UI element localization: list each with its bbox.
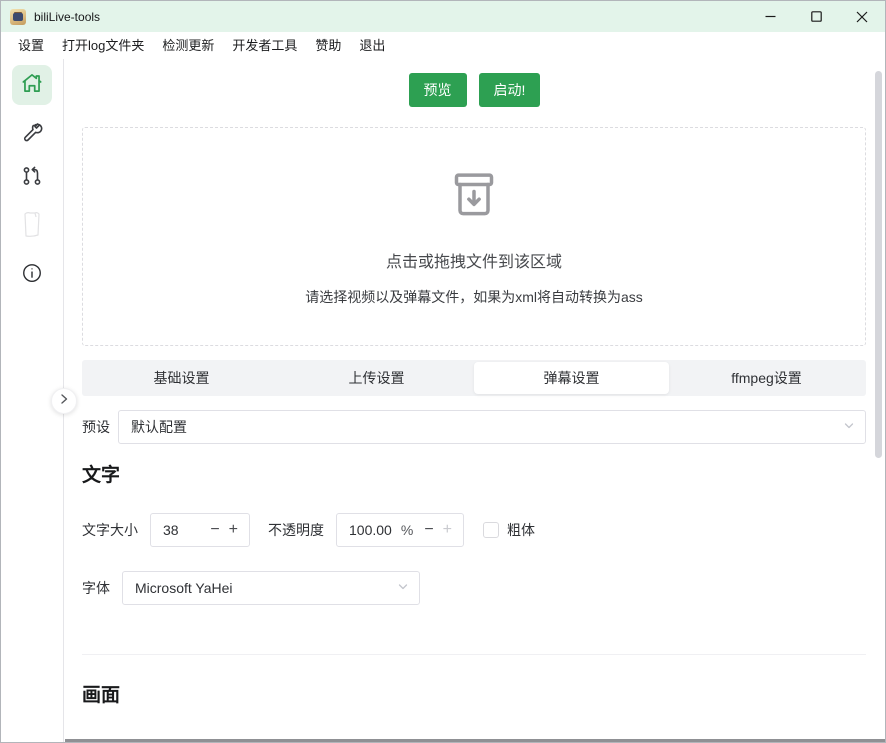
archive-icon	[446, 167, 502, 228]
app-icon	[10, 9, 26, 25]
font-size-label: 文字大小	[82, 520, 138, 540]
sidebar-item-queue[interactable]	[20, 164, 44, 193]
action-buttons: 预览 启动!	[64, 59, 885, 107]
preset-select[interactable]: 默认配置	[118, 410, 866, 444]
sidebar-item-about[interactable]	[21, 262, 43, 289]
sidebar-item-home[interactable]	[12, 65, 52, 105]
menu-exit[interactable]: 退出	[350, 32, 394, 59]
menubar: 设置 打开log文件夹 检测更新 开发者工具 赞助 退出	[1, 32, 885, 59]
sidebar-item-clip[interactable]	[17, 209, 47, 246]
preset-row: 预设 默认配置	[82, 410, 866, 444]
git-compare-icon	[20, 164, 44, 193]
tab-upload-settings[interactable]: 上传设置	[279, 362, 474, 394]
file-dropzone[interactable]: 点击或拖拽文件到该区域 请选择视频以及弹幕文件，如果为xml将自动转换为ass	[82, 127, 866, 346]
plus-icon[interactable]: +	[443, 522, 452, 538]
chevron-down-icon	[842, 419, 856, 436]
dropzone-title: 点击或拖拽文件到该区域	[386, 248, 562, 272]
start-button[interactable]: 启动!	[479, 73, 541, 107]
font-size-input[interactable]: 38 − +	[150, 513, 250, 547]
menu-settings[interactable]: 设置	[9, 32, 53, 59]
sidebar-item-tools[interactable]	[20, 119, 44, 148]
font-select-value: Microsoft YaHei	[135, 580, 233, 596]
opacity-value: 100.00	[349, 522, 395, 538]
font-row: 字体 Microsoft YaHei	[82, 571, 866, 605]
titlebar: biliLive-tools	[1, 1, 885, 32]
section-divider	[82, 654, 866, 655]
menu-devtools[interactable]: 开发者工具	[223, 32, 306, 59]
horizontal-scrollbar[interactable]	[65, 739, 885, 742]
font-label: 字体	[82, 578, 110, 598]
menu-sponsor[interactable]: 赞助	[306, 32, 350, 59]
minimize-button[interactable]	[747, 1, 793, 32]
minus-icon[interactable]: −	[210, 522, 219, 538]
vertical-scrollbar-thumb[interactable]	[875, 71, 882, 458]
preset-select-value: 默认配置	[131, 417, 187, 437]
close-button[interactable]	[839, 1, 885, 32]
font-select[interactable]: Microsoft YaHei	[122, 571, 420, 605]
settings-tabs: 基础设置 上传设置 弹幕设置 ffmpeg设置	[82, 360, 866, 396]
home-icon	[19, 70, 45, 101]
section-title-canvas: 画面	[82, 684, 885, 708]
preview-button[interactable]: 预览	[409, 73, 467, 107]
bold-checkbox[interactable]	[483, 522, 499, 538]
main-content: 预览 启动! 点击或拖拽文件到该区域 请选择视频以及弹幕文件，如果为xml将自动…	[64, 59, 885, 742]
bold-label: 粗体	[507, 520, 535, 540]
text-controls-row: 文字大小 38 − + 不透明度 100.00 % − + 粗体	[82, 513, 866, 547]
app-body: 预览 启动! 点击或拖拽文件到该区域 请选择视频以及弹幕文件，如果为xml将自动…	[1, 59, 885, 742]
chevron-down-icon	[396, 580, 410, 597]
opacity-label: 不透明度	[268, 520, 324, 540]
menu-check-update[interactable]: 检测更新	[153, 32, 223, 59]
window-title: biliLive-tools	[34, 10, 100, 24]
tab-basic-settings[interactable]: 基础设置	[84, 362, 279, 394]
opacity-input[interactable]: 100.00 % − +	[336, 513, 464, 547]
font-size-value: 38	[163, 522, 201, 538]
section-title-text: 文字	[82, 464, 885, 488]
info-icon	[21, 262, 43, 289]
tab-ffmpeg-settings[interactable]: ffmpeg设置	[669, 362, 864, 394]
window-controls	[747, 1, 885, 32]
maximize-button[interactable]	[793, 1, 839, 32]
tab-danmu-settings[interactable]: 弹幕设置	[474, 362, 669, 394]
dropzone-subtitle: 请选择视频以及弹幕文件，如果为xml将自动转换为ass	[305, 287, 643, 307]
preset-label: 预设	[82, 417, 110, 437]
chevron-right-icon	[58, 392, 70, 410]
minus-icon[interactable]: −	[424, 522, 433, 538]
menu-open-log-folder[interactable]: 打开log文件夹	[53, 32, 153, 59]
opacity-suffix: %	[401, 522, 413, 538]
plus-icon[interactable]: +	[229, 522, 238, 538]
sidebar-collapse-toggle[interactable]	[51, 388, 77, 414]
wrench-icon	[20, 119, 44, 148]
clip-icon	[17, 209, 47, 246]
app-window: biliLive-tools 设置 打开log文件夹 检测更新 开发者工具 赞助…	[0, 0, 886, 743]
